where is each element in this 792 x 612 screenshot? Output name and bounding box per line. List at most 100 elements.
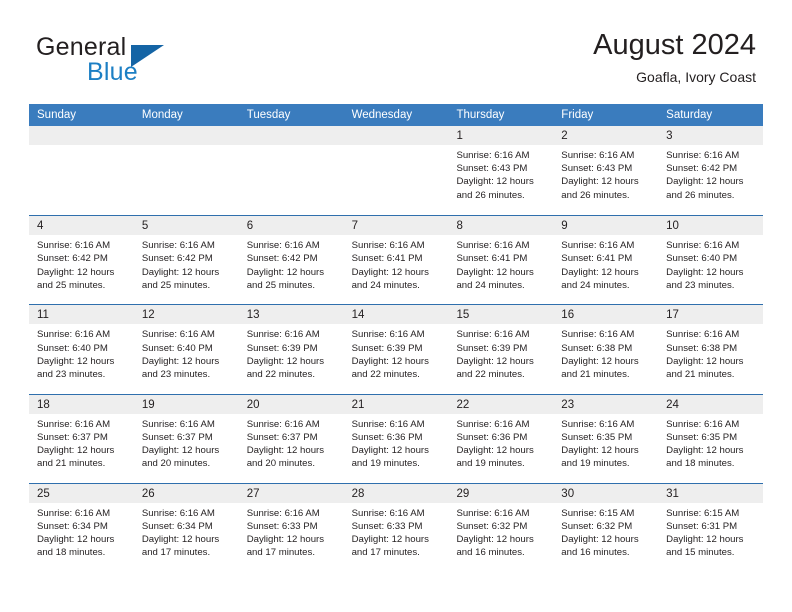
sunrise-text: Sunrise: 6:16 AM xyxy=(37,507,111,519)
sunrise-text: Sunrise: 6:16 AM xyxy=(246,418,320,430)
calendar-week-row: 18 Sunrise: 6:16 AM Sunset: 6:37 PM Dayligh… xyxy=(29,393,764,483)
day-info: Sunrise: 6:16 AM Sunset: 6:38 PM Daylight:… xyxy=(553,324,658,381)
day-number-band: 13 xyxy=(238,305,344,325)
calendar-day-cell[interactable]: 23 Sunrise: 6:16 AM Sunset: 6:35 PM Dayligh… xyxy=(553,394,659,483)
calendar-day-cell[interactable]: 21 Sunrise: 6:16 AM Sunset: 6:36 PM Dayligh… xyxy=(343,394,449,483)
calendar-day-cell-empty xyxy=(29,126,134,216)
calendar-day-cell[interactable]: 31 Sunrise: 6:15 AM Sunset: 6:31 PM Dayligh… xyxy=(658,483,764,572)
sunrise-text: Sunrise: 6:16 AM xyxy=(456,150,530,161)
day-number-band: 15 xyxy=(448,305,554,325)
calendar-day-cell[interactable]: 12 Sunrise: 6:16 AM Sunset: 6:40 PM Dayligh… xyxy=(133,305,239,394)
calendar-day-cell[interactable]: 24 Sunrise: 6:16 AM Sunset: 6:35 PM Dayligh… xyxy=(658,394,764,483)
calendar-day-cell[interactable]: 2 Sunrise: 6:16 AM Sunset: 6:43 PM Daylight… xyxy=(553,126,659,216)
day-number: 20 xyxy=(246,398,260,411)
day-number-band: 4 xyxy=(29,216,134,236)
calendar-day-cell[interactable]: 9 Sunrise: 6:16 AM Sunset: 6:41 PM Daylight… xyxy=(553,216,659,305)
calendar-day-cell[interactable]: 20 Sunrise: 6:16 AM Sunset: 6:37 PM Dayligh… xyxy=(238,394,344,483)
day-info: Sunrise: 6:16 AM Sunset: 6:37 PM Daylight:… xyxy=(134,414,239,471)
calendar-day-cell[interactable]: 30 Sunrise: 6:15 AM Sunset: 6:32 PM Dayligh… xyxy=(553,483,659,572)
calendar-day-cell[interactable]: 25 Sunrise: 6:16 AM Sunset: 6:34 PM Dayligh… xyxy=(29,483,134,572)
day-number-band xyxy=(343,126,449,145)
calendar-day-cell[interactable]: 22 Sunrise: 6:16 AM Sunset: 6:36 PM Dayligh… xyxy=(448,394,554,483)
calendar-day-cell[interactable]: 11 Sunrise: 6:16 AM Sunset: 6:40 PM Dayligh… xyxy=(29,305,134,394)
day-info: Sunrise: 6:16 AM Sunset: 6:34 PM Daylight:… xyxy=(134,503,239,560)
calendar-day-cell[interactable]: 8 Sunrise: 6:16 AM Sunset: 6:41 PM Daylight… xyxy=(448,216,554,305)
sunrise-text: Sunrise: 6:16 AM xyxy=(351,418,425,430)
daylight-text-line2: and 26 minutes. xyxy=(561,189,630,201)
sunset-text: Sunset: 6:31 PM xyxy=(666,520,738,532)
page-title: August 2024 xyxy=(593,29,756,61)
calendar-day-cell[interactable]: 18 Sunrise: 6:16 AM Sunset: 6:37 PM Dayligh… xyxy=(29,394,134,483)
sunset-text: Sunset: 6:32 PM xyxy=(456,520,528,532)
calendar-day-cell[interactable]: 16 Sunrise: 6:16 AM Sunset: 6:38 PM Dayligh… xyxy=(553,305,659,394)
day-info: Sunrise: 6:16 AM Sunset: 6:41 PM Daylight:… xyxy=(553,235,658,292)
calendar-day-cell[interactable]: 15 Sunrise: 6:16 AM Sunset: 6:39 PM Dayligh… xyxy=(448,305,554,394)
daylight-text-line1: Daylight: 12 hours xyxy=(37,266,115,278)
day-info: Sunrise: 6:16 AM Sunset: 6:41 PM Daylight:… xyxy=(448,235,553,292)
day-number-band: 25 xyxy=(29,483,134,503)
sunset-text: Sunset: 6:43 PM xyxy=(456,163,528,175)
sunset-text: Sunset: 6:40 PM xyxy=(666,253,738,265)
daylight-text-line1: Daylight: 12 hours xyxy=(561,176,639,188)
calendar-day-cell[interactable]: 29 Sunrise: 6:16 AM Sunset: 6:32 PM Dayligh… xyxy=(448,483,554,572)
daylight-text-line1: Daylight: 12 hours xyxy=(141,355,220,367)
sunset-text: Sunset: 6:34 PM xyxy=(37,520,108,532)
day-number: 8 xyxy=(456,220,463,233)
day-info: Sunrise: 6:16 AM Sunset: 6:42 PM Daylight:… xyxy=(658,145,763,202)
daylight-text-line1: Daylight: 12 hours xyxy=(351,534,429,546)
calendar-day-cell[interactable]: 5 Sunrise: 6:16 AM Sunset: 6:42 PM Daylight… xyxy=(133,216,239,305)
sunrise-text: Sunrise: 6:16 AM xyxy=(351,240,425,252)
sunrise-text: Sunrise: 6:16 AM xyxy=(561,418,635,430)
daylight-text-line1: Daylight: 12 hours xyxy=(246,534,325,546)
calendar-day-cell[interactable]: 3 Sunrise: 6:16 AM Sunset: 6:42 PM Daylight… xyxy=(658,126,764,216)
calendar-day-cell[interactable]: 1 Sunrise: 6:16 AM Sunset: 6:43 PM Daylight… xyxy=(448,126,554,216)
calendar-day-cell[interactable]: 7 Sunrise: 6:16 AM Sunset: 6:41 PM Daylight… xyxy=(343,216,449,305)
daylight-text-line2: and 25 minutes. xyxy=(141,279,211,291)
day-number: 1 xyxy=(456,130,463,142)
day-info: Sunrise: 6:16 AM Sunset: 6:40 PM Daylight:… xyxy=(134,324,239,381)
sunset-text: Sunset: 6:41 PM xyxy=(351,253,423,265)
daylight-text-line1: Daylight: 12 hours xyxy=(666,176,744,188)
day-number-band xyxy=(29,126,134,145)
calendar-grid: Sunday Monday Tuesday Wednesday Thursday Frid… xyxy=(29,104,764,572)
calendar-day-cell[interactable]: 10 Sunrise: 6:16 AM Sunset: 6:40 PM Dayligh… xyxy=(658,216,764,305)
sunset-text: Sunset: 6:39 PM xyxy=(246,342,318,354)
sunrise-text: Sunrise: 6:16 AM xyxy=(456,329,530,341)
sunrise-text: Sunrise: 6:16 AM xyxy=(561,329,635,341)
calendar-day-cell[interactable]: 13 Sunrise: 6:16 AM Sunset: 6:39 PM Dayligh… xyxy=(238,305,344,394)
sunset-text: Sunset: 6:35 PM xyxy=(561,431,633,443)
sunrise-text: Sunrise: 6:16 AM xyxy=(141,507,215,519)
sunrise-text: Sunrise: 6:15 AM xyxy=(561,507,635,519)
calendar-day-cell[interactable]: 4 Sunrise: 6:16 AM Sunset: 6:42 PM Daylight… xyxy=(29,216,134,305)
calendar-week-row: 4 Sunrise: 6:16 AM Sunset: 6:42 PM Daylight… xyxy=(29,215,764,305)
calendar-day-cell[interactable]: 17 Sunrise: 6:16 AM Sunset: 6:38 PM Dayligh… xyxy=(658,305,764,394)
calendar-day-cell[interactable]: 27 Sunrise: 6:16 AM Sunset: 6:33 PM Dayligh… xyxy=(238,483,344,572)
daylight-text-line2: and 17 minutes. xyxy=(141,547,211,559)
sunrise-text: Sunrise: 6:16 AM xyxy=(666,329,740,341)
day-number-band: 5 xyxy=(133,216,239,236)
page-header: General Blue August 2024 Goafla, Ivory C… xyxy=(0,0,792,100)
sunset-text: Sunset: 6:42 PM xyxy=(141,253,213,265)
daylight-text-line1: Daylight: 12 hours xyxy=(141,266,220,278)
brand-logo[interactable]: General Blue xyxy=(36,33,236,89)
calendar-day-cell[interactable]: 28 Sunrise: 6:16 AM Sunset: 6:33 PM Dayligh… xyxy=(343,483,449,572)
calendar-day-cell[interactable]: 19 Sunrise: 6:16 AM Sunset: 6:37 PM Dayligh… xyxy=(133,394,239,483)
sunrise-text: Sunrise: 6:16 AM xyxy=(456,418,530,430)
day-number: 26 xyxy=(141,487,155,500)
daylight-text-line1: Daylight: 12 hours xyxy=(246,444,325,456)
day-number-band: 16 xyxy=(553,305,659,325)
calendar-day-cell[interactable]: 26 Sunrise: 6:16 AM Sunset: 6:34 PM Dayligh… xyxy=(133,483,239,572)
sunrise-text: Sunrise: 6:16 AM xyxy=(246,240,320,252)
day-number-band: 11 xyxy=(29,305,134,325)
calendar-day-cell[interactable]: 14 Sunrise: 6:16 AM Sunset: 6:39 PM Dayligh… xyxy=(343,305,449,394)
day-number-band: 9 xyxy=(553,216,659,236)
day-number-band: 29 xyxy=(448,483,554,503)
daylight-text-line2: and 20 minutes. xyxy=(141,458,211,470)
calendar-day-cell-empty xyxy=(343,126,449,216)
daylight-text-line2: and 22 minutes. xyxy=(456,368,525,380)
sunset-text: Sunset: 6:33 PM xyxy=(351,520,423,532)
sunset-text: Sunset: 6:42 PM xyxy=(666,163,738,175)
calendar-day-cell[interactable]: 6 Sunrise: 6:16 AM Sunset: 6:42 PM Daylight… xyxy=(238,216,344,305)
weekday-header-wednesday: Wednesday xyxy=(351,109,413,121)
day-number-band: 27 xyxy=(238,483,344,503)
